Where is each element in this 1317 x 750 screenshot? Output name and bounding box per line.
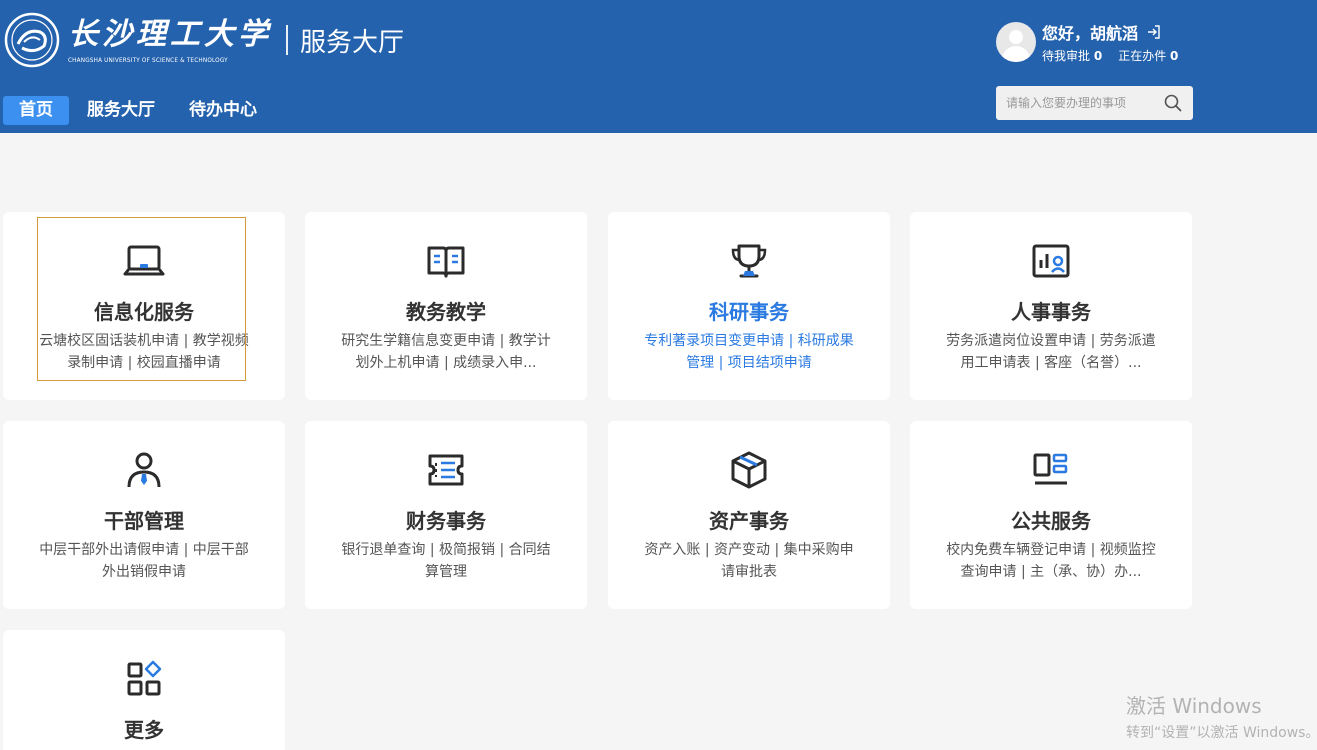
windows-activation-watermark: 激活 Windows 转到“设置”以激活 Windows。 [1126,690,1317,742]
card-public-services[interactable]: 公共服务 校内免费车辆登记申请 | 视频监控查询申请 | 主（承、协）办... [910,421,1192,609]
user-greeting: 您好，胡航滔 [1042,24,1139,43]
university-logo[interactable]: 长沙理工大学 CHANGSHA UNIVERSITY OF SCIENCE & … [4,12,404,68]
chart-person-icon [1032,244,1070,278]
card-description: 专利著录项目变更申请 | 科研成果管理 | 项目结项申请 [644,333,854,371]
nav-home[interactable]: 首页 [3,96,69,125]
card-description: 中层干部外出请假申请 | 中层干部外出销假申请 [39,542,249,580]
trophy-icon [731,244,767,278]
card-title: 公共服务 [1011,509,1091,533]
book-icon [427,246,465,278]
pending-count: 0 [1093,49,1103,63]
top-header: 长沙理工大学 CHANGSHA UNIVERSITY OF SCIENCE & … [0,0,1317,133]
card-academic-affairs[interactable]: 教务教学 研究生学籍信息变更申请 | 教学计划外上机申请 | 成绩录入申... [305,212,587,400]
in-progress-link[interactable]: 正在办件 0 [1118,49,1178,63]
user-area: 您好，胡航滔 待我审批 0 正在办件 0 [996,20,1178,64]
card-description: 劳务派遣岗位设置申请 | 劳务派遣用工申请表 | 客座（名誉）... [946,333,1156,371]
card-title: 科研事务 [709,300,789,324]
card-title: 人事事务 [1011,300,1091,324]
person-tie-icon [127,452,161,488]
card-research-affairs[interactable]: 科研事务 专利著录项目变更申请 | 科研成果管理 | 项目结项申请 [608,212,890,400]
search-box [996,86,1193,120]
card-cadre-management[interactable]: 干部管理 中层干部外出请假申请 | 中层干部外出销假申请 [3,421,285,609]
ticket-icon [428,454,464,486]
pending-approval-link[interactable]: 待我审批 0 [1042,49,1102,63]
card-title: 教务教学 [406,300,486,324]
nav-service-hall[interactable]: 服务大厅 [71,96,171,125]
portal-name: 服务大厅 [300,27,405,58]
laptop-icon [123,245,165,276]
logo-english-name: CHANGSHA UNIVERSITY OF SCIENCE & TECHNOL… [68,56,228,64]
card-description: 银行退单查询 | 极简报销 | 合同结算管理 [341,542,551,580]
card-title: 干部管理 [104,509,184,533]
card-it-services[interactable]: 信息化服务 云塘校区固话装机申请 | 教学视频录制申请 | 校园直播申请 [3,212,285,400]
card-hr-affairs[interactable]: 人事事务 劳务派遣岗位设置申请 | 劳务派遣用工申请表 | 客座（名誉）... [910,212,1192,400]
logo-chinese-name: 长沙理工大学 [68,16,272,52]
logo-text: 长沙理工大学 CHANGSHA UNIVERSITY OF SCIENCE & … [68,17,272,64]
grid-more-icon [127,660,162,696]
logo-divider [286,25,288,55]
logout-icon[interactable] [1146,24,1162,40]
card-title: 信息化服务 [94,300,194,324]
main-nav: 首页 服务大厅 待办中心 [3,96,273,125]
avatar[interactable] [996,22,1036,62]
card-title: 财务事务 [406,509,486,533]
card-asset-affairs[interactable]: 资产事务 资产入账 | 资产变动 | 集中采购申请审批表 [608,421,890,609]
card-title: 资产事务 [709,509,789,533]
university-emblem-icon [4,12,60,68]
watermark-line1: 激活 Windows [1126,694,1262,718]
card-title: 更多 [124,718,164,742]
search-input[interactable] [1006,96,1156,110]
nav-todo-center[interactable]: 待办中心 [173,96,273,125]
card-description: 资产入账 | 资产变动 | 集中采购申请审批表 [644,542,854,580]
card-description: 校内免费车辆登记申请 | 视频监控查询申请 | 主（承、协）办... [946,542,1156,580]
box-icon [731,451,767,489]
watermark-line2: 转到“设置”以激活 Windows。 [1126,725,1317,741]
card-finance-affairs[interactable]: 财务事务 银行退单查询 | 极简报销 | 合同结算管理 [305,421,587,609]
card-more[interactable]: 更多 [3,630,285,750]
user-info: 您好，胡航滔 待我审批 0 正在办件 0 [1042,20,1178,64]
card-description: 云塘校区固话装机申请 | 教学视频录制申请 | 校园直播申请 [39,333,249,371]
layout-icon [1033,453,1068,485]
search-icon[interactable] [1163,93,1183,113]
in-progress-count: 0 [1170,49,1179,63]
card-description: 研究生学籍信息变更申请 | 教学计划外上机申请 | 成绩录入申... [341,333,551,371]
